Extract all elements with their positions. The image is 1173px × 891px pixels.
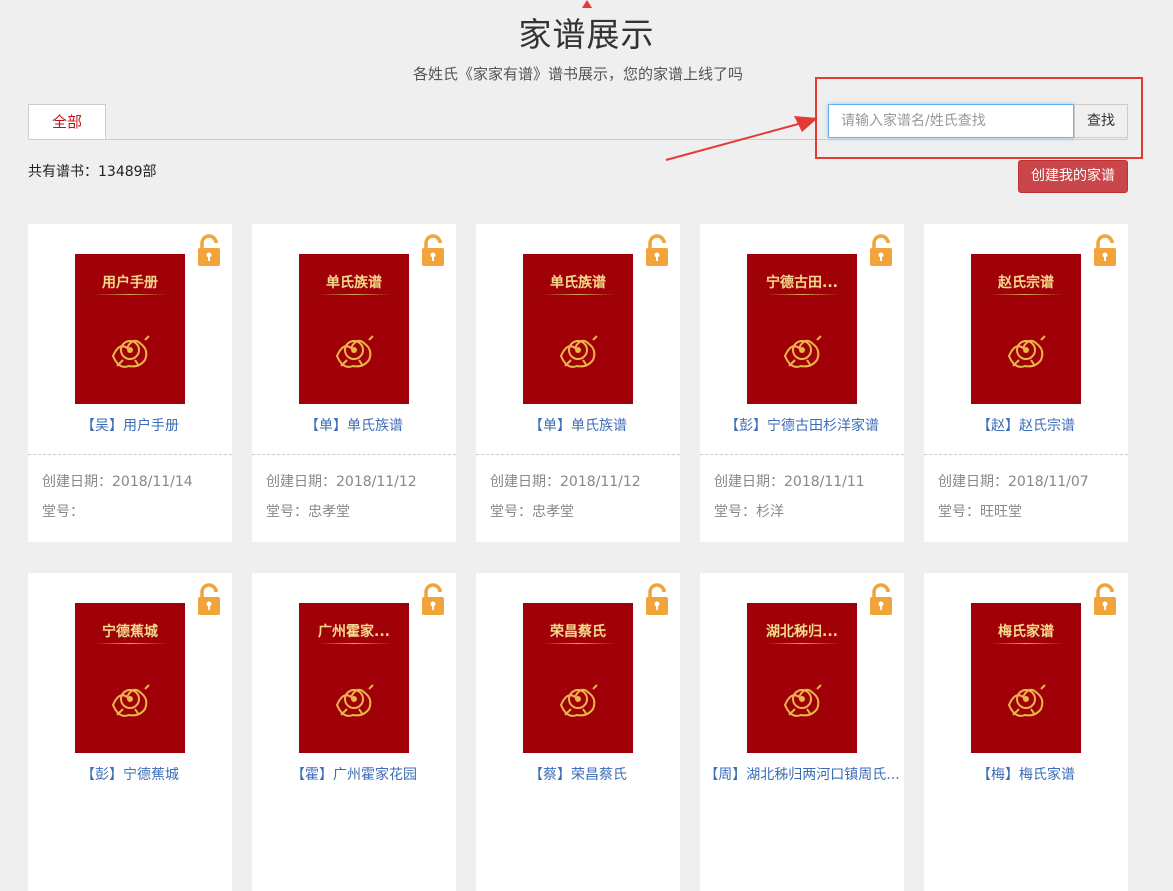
book-card[interactable]: 宁德蕉城【彭】宁德蕉城 — [28, 573, 232, 891]
lock-icon — [870, 234, 892, 266]
book-card[interactable]: 单氏族谱【单】单氏族谱创建日期：2018/11/12 堂号：忠孝堂 — [252, 224, 456, 542]
tab-all[interactable]: 全部 — [28, 104, 106, 139]
book-card[interactable]: 宁德古田... 【彭】宁德古田杉洋家谱创建日期：2018/11/11 堂号：杉洋 — [700, 224, 904, 542]
dragon-emblem-icon — [559, 684, 598, 717]
hall-name: 堂号：旺旺堂 — [938, 504, 1022, 520]
book-count: 共有谱书：13489部 — [28, 164, 157, 180]
lock-icon — [422, 234, 444, 266]
lock-icon — [198, 234, 220, 266]
book-cover[interactable]: 单氏族谱 — [299, 254, 409, 404]
card-divider — [476, 454, 680, 455]
book-cover[interactable]: 湖北秭归... — [747, 603, 857, 753]
cover-divider — [541, 294, 615, 295]
book-name-link[interactable]: 【梅】梅氏家谱 — [924, 764, 1128, 784]
card-divider — [252, 454, 456, 455]
hall-name: 堂号： — [42, 504, 84, 520]
hall-name: 堂号：忠孝堂 — [490, 504, 574, 520]
search-button[interactable]: 查找 — [1074, 104, 1128, 138]
book-cover[interactable]: 宁德古田... — [747, 254, 857, 404]
dragon-emblem-icon — [1007, 335, 1046, 368]
book-cover[interactable]: 赵氏宗谱 — [971, 254, 1081, 404]
dragon-emblem-icon — [335, 684, 374, 717]
search-input[interactable] — [828, 104, 1074, 138]
dragon-emblem-icon — [335, 335, 374, 368]
cover-title: 宁德蕉城 — [102, 624, 158, 640]
book-card[interactable]: 荣昌蔡氏【蔡】荣昌蔡氏 — [476, 573, 680, 891]
cover-title: 赵氏宗谱 — [998, 275, 1054, 291]
book-name-link[interactable]: 【赵】赵氏宗谱 — [924, 415, 1128, 435]
dragon-emblem-icon — [559, 335, 598, 368]
lock-icon — [646, 583, 668, 615]
cover-title: 用户手册 — [102, 275, 158, 291]
lock-icon — [1094, 234, 1116, 266]
created-date: 创建日期：2018/11/14 — [42, 474, 193, 490]
dragon-emblem-icon — [1007, 684, 1046, 717]
created-date: 创建日期：2018/11/11 — [714, 474, 865, 490]
cover-title: 单氏族谱 — [326, 275, 382, 291]
cover-divider — [317, 294, 391, 295]
hall-name: 堂号：忠孝堂 — [266, 504, 350, 520]
cover-divider — [765, 643, 839, 644]
cover-divider — [93, 294, 167, 295]
book-cover[interactable]: 单氏族谱 — [523, 254, 633, 404]
page-title: 家谱展示 — [518, 15, 655, 54]
lock-icon — [1094, 583, 1116, 615]
created-date: 创建日期：2018/11/12 — [490, 474, 641, 490]
created-date: 创建日期：2018/11/07 — [938, 474, 1089, 490]
dragon-emblem-icon — [783, 335, 822, 368]
cover-title: 梅氏家谱 — [998, 624, 1054, 640]
book-name-link[interactable]: 【彭】宁德蕉城 — [28, 764, 232, 784]
book-name-link[interactable]: 【彭】宁德古田杉洋家谱 — [700, 415, 904, 435]
book-card[interactable]: 湖北秭归... 【周】湖北秭归两河口镇周氏... — [700, 573, 904, 891]
book-card[interactable]: 单氏族谱【单】单氏族谱创建日期：2018/11/12 堂号：忠孝堂 — [476, 224, 680, 542]
card-divider — [924, 454, 1128, 455]
cover-divider — [765, 294, 839, 295]
lock-icon — [422, 583, 444, 615]
cover-title: 荣昌蔡氏 — [550, 624, 606, 640]
book-name-link[interactable]: 【蔡】荣昌蔡氏 — [476, 764, 680, 784]
cover-title: 单氏族谱 — [550, 275, 606, 291]
cover-title: 广州霍家... — [318, 624, 390, 640]
cover-title: 宁德古田... — [766, 275, 838, 291]
lock-icon — [870, 583, 892, 615]
create-my-genealogy-button[interactable]: 创建我的家谱 — [1018, 160, 1128, 193]
dragon-emblem-icon — [783, 684, 822, 717]
lock-icon — [198, 583, 220, 615]
arrow-tip-marker — [582, 0, 592, 8]
card-divider — [28, 454, 232, 455]
dragon-emblem-icon — [111, 335, 150, 368]
card-divider — [700, 454, 904, 455]
book-card[interactable]: 赵氏宗谱【赵】赵氏宗谱创建日期：2018/11/07 堂号：旺旺堂 — [924, 224, 1128, 542]
lock-icon — [646, 234, 668, 266]
cover-divider — [989, 643, 1063, 644]
book-cover[interactable]: 广州霍家... — [299, 603, 409, 753]
cover-divider — [317, 643, 391, 644]
cover-divider — [989, 294, 1063, 295]
book-card[interactable]: 广州霍家... 【霍】广州霍家花园 — [252, 573, 456, 891]
book-name-link[interactable]: 【单】单氏族谱 — [252, 415, 456, 435]
book-name-link[interactable]: 【单】单氏族谱 — [476, 415, 680, 435]
book-cover[interactable]: 用户手册 — [75, 254, 185, 404]
book-cover[interactable]: 宁德蕉城 — [75, 603, 185, 753]
dragon-emblem-icon — [111, 684, 150, 717]
book-name-link[interactable]: 【周】湖北秭归两河口镇周氏... — [700, 764, 904, 784]
book-cover[interactable]: 荣昌蔡氏 — [523, 603, 633, 753]
red-arrow-icon — [665, 116, 818, 161]
book-cover[interactable]: 梅氏家谱 — [971, 603, 1081, 753]
cover-title: 湖北秭归... — [766, 624, 838, 640]
book-name-link[interactable]: 【霍】广州霍家花园 — [252, 764, 456, 784]
book-name-link[interactable]: 【吴】用户手册 — [28, 415, 232, 435]
created-date: 创建日期：2018/11/12 — [266, 474, 417, 490]
hall-name: 堂号：杉洋 — [714, 504, 784, 520]
book-card[interactable]: 用户手册【吴】用户手册创建日期：2018/11/14 堂号： — [28, 224, 232, 542]
book-card[interactable]: 梅氏家谱【梅】梅氏家谱 — [924, 573, 1128, 891]
cover-divider — [93, 643, 167, 644]
cover-divider — [541, 643, 615, 644]
